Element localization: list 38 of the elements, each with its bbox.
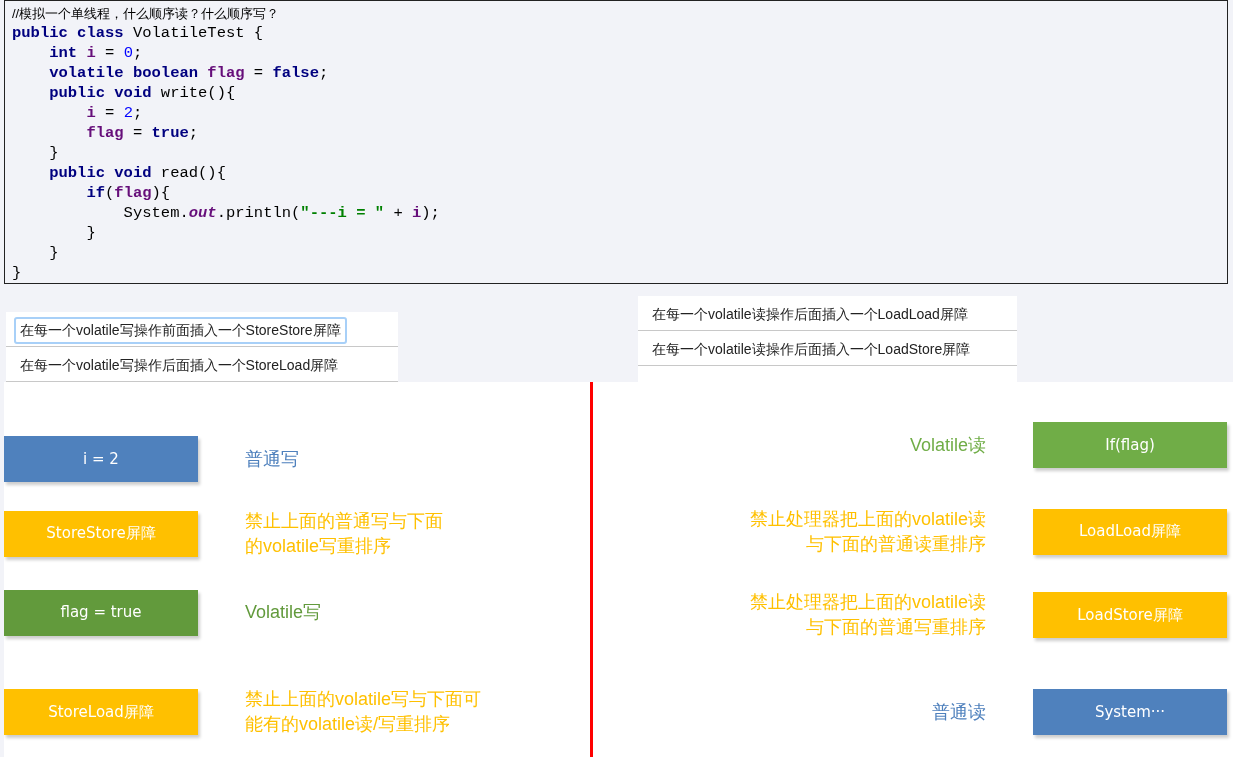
code-comment: //模拟一个单线程，什么顺序读？什么顺序写？ bbox=[12, 5, 281, 23]
step-caption: Volatile写 bbox=[245, 601, 322, 624]
note-text: 在每一个volatile写操作后面插入一个StoreLoad屏障 bbox=[19, 356, 340, 375]
code-line: } bbox=[48, 143, 60, 163]
note-text: 在每一个volatile读操作后面插入一个LoadLoad屏障 bbox=[651, 305, 969, 324]
step-caption: 禁止上面的volatile写与下面可 bbox=[245, 688, 482, 711]
step-caption: 普通读 bbox=[932, 700, 986, 724]
step-caption: 的volatile写重排序 bbox=[245, 534, 392, 558]
code-line: int i = 0; bbox=[48, 43, 144, 63]
step-block: LoadLoad屏障 bbox=[1033, 508, 1227, 555]
code-line: volatile boolean flag = false; bbox=[48, 63, 330, 83]
code-line: } bbox=[48, 243, 60, 263]
step-caption: 禁止处理器把上面的volatile读 bbox=[749, 507, 986, 531]
code-line: public void write(){ bbox=[48, 83, 237, 103]
step-caption: 普通写 bbox=[245, 447, 299, 471]
code-line: i = 2; bbox=[85, 103, 144, 123]
step-caption: 禁止处理器把上面的volatile读 bbox=[749, 591, 986, 614]
step-block: If(flag) bbox=[1033, 422, 1227, 468]
note-text: 在每一个volatile读操作后面插入一个LoadStore屏障 bbox=[651, 340, 972, 359]
step-block: i = 2 bbox=[4, 436, 198, 482]
step-caption: 能有的volatile读/写重排序 bbox=[245, 713, 451, 736]
step-block: StoreStore屏障 bbox=[4, 510, 198, 557]
code-line: if(flag){ bbox=[85, 183, 172, 203]
code-line: public void read(){ bbox=[48, 163, 227, 183]
code-line: } bbox=[12, 263, 23, 283]
step-caption: 与下面的普通写重排序 bbox=[806, 616, 986, 639]
step-block: flag = true bbox=[4, 589, 198, 636]
step-caption: 与下面的普通读重排序 bbox=[806, 532, 986, 556]
code-line: public class VolatileTest { bbox=[12, 23, 265, 43]
step-block: System··· bbox=[1033, 689, 1227, 735]
code-line: } bbox=[85, 223, 97, 243]
step-caption: Volatile读 bbox=[909, 433, 986, 457]
step-block: StoreLoad屏障 bbox=[4, 689, 198, 735]
note-text: 在每一个volatile写操作前面插入一个StoreStore屏障 bbox=[14, 317, 347, 344]
step-caption: 禁止上面的普通写与下面 bbox=[245, 509, 443, 533]
step-block: LoadStore屏障 bbox=[1033, 592, 1227, 638]
code-line: flag = true; bbox=[85, 123, 200, 143]
code-line: System.out.println("---i = " + i); bbox=[122, 203, 441, 223]
